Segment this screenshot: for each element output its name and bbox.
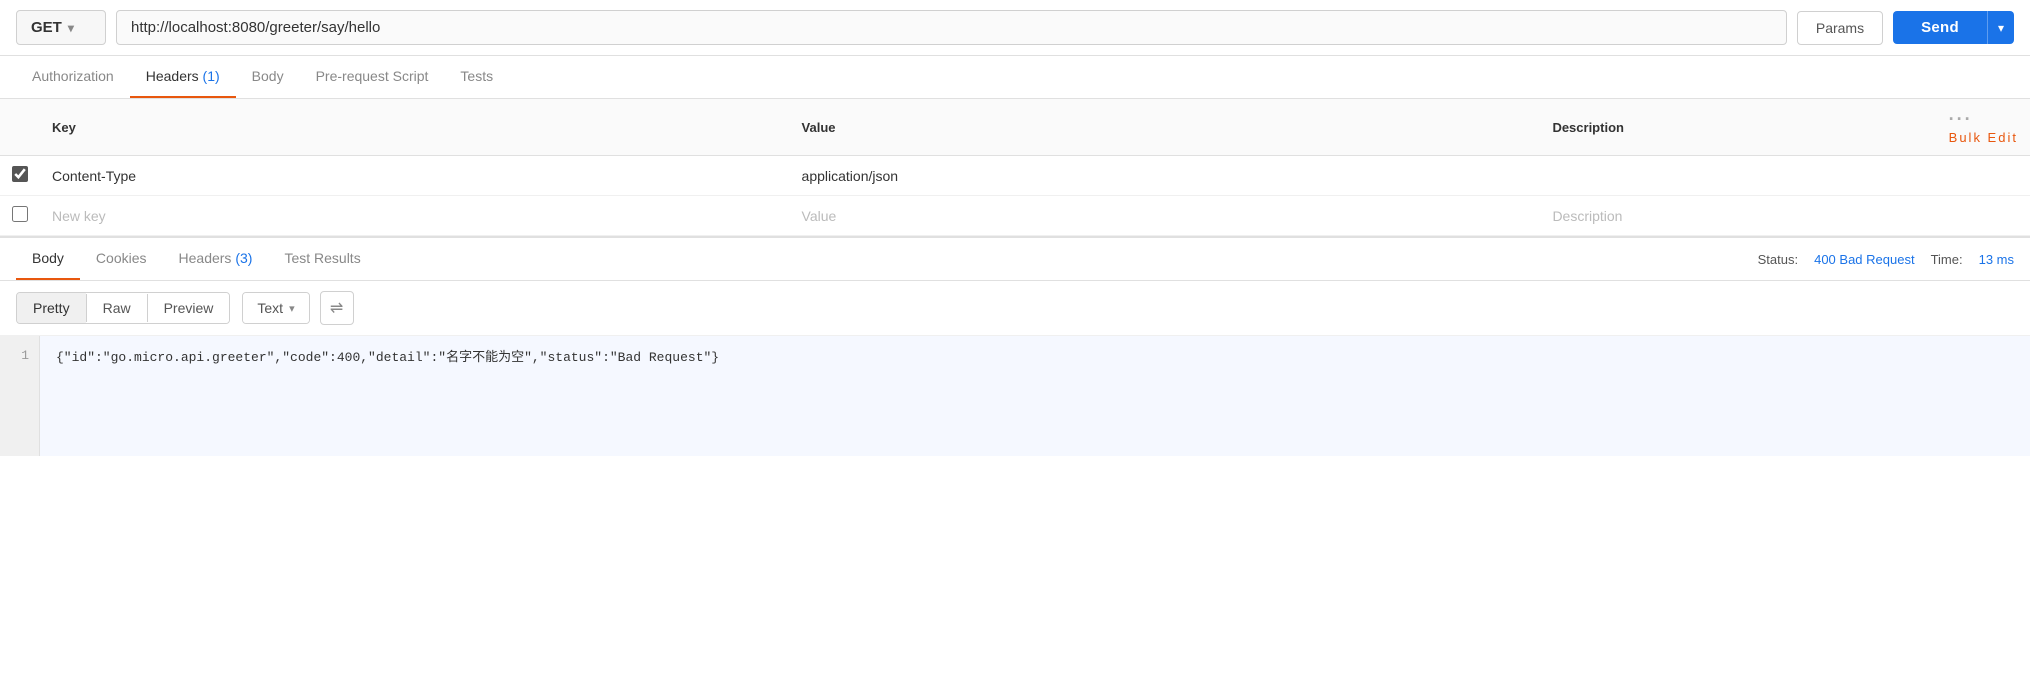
tab-response-body[interactable]: Body xyxy=(16,238,80,280)
th-checkbox xyxy=(0,99,40,156)
send-dropdown-button[interactable]: ▾ xyxy=(1987,11,2014,44)
time-label: Time: xyxy=(1931,252,1963,267)
placeholder-description-text: Description xyxy=(1552,208,1622,224)
tab-authorization[interactable]: Authorization xyxy=(16,56,130,98)
type-chevron-icon: ▾ xyxy=(289,302,295,315)
row-checkbox[interactable] xyxy=(12,166,28,182)
tab-prerequest[interactable]: Pre-request Script xyxy=(300,56,445,98)
tab-response-headers[interactable]: Headers (3) xyxy=(163,238,269,280)
line-numbers: 1 xyxy=(0,336,40,456)
response-tabs-row: Body Cookies Headers (3) Test Results St… xyxy=(0,238,2030,281)
status-value: 400 Bad Request xyxy=(1814,252,1914,267)
method-chevron: ▾ xyxy=(68,21,74,35)
placeholder-key-text: New key xyxy=(52,208,106,224)
wrap-icon: ⇌ xyxy=(330,298,343,318)
status-label: Status: xyxy=(1758,252,1798,267)
wrap-button[interactable]: ⇌ xyxy=(320,291,354,325)
params-button[interactable]: Params xyxy=(1797,11,1883,45)
row-checkbox-cell xyxy=(0,156,40,196)
response-tabs: Body Cookies Headers (3) Test Results xyxy=(16,238,1758,280)
th-value: Value xyxy=(790,99,1541,156)
placeholder-checkbox-cell xyxy=(0,196,40,236)
placeholder-value-cell[interactable]: Value xyxy=(790,196,1541,236)
line-number-1: 1 xyxy=(10,348,29,363)
placeholder-description-cell[interactable]: Description xyxy=(1540,196,1936,236)
format-pretty-button[interactable]: Pretty xyxy=(17,293,86,323)
tab-tests[interactable]: Tests xyxy=(444,56,509,98)
bulk-edit-button[interactable]: Bulk Edit xyxy=(1949,130,2018,145)
request-tabs: Authorization Headers (1) Body Pre-reque… xyxy=(0,56,2030,99)
headers-section: Key Value Description ··· Bulk Edit Cont… xyxy=(0,99,2030,236)
placeholder-actions-cell xyxy=(1937,196,2030,236)
format-preview-button[interactable]: Preview xyxy=(148,293,230,323)
row-description-cell[interactable] xyxy=(1540,156,1936,196)
status-info: Status: 400 Bad Request Time: 13 ms xyxy=(1758,252,2014,267)
placeholder-checkbox[interactable] xyxy=(12,206,28,222)
placeholder-value-text: Value xyxy=(802,208,837,224)
code-area: 1 {"id":"go.micro.api.greeter","code":40… xyxy=(0,336,2030,456)
table-placeholder-row: New key Value Description xyxy=(0,196,2030,236)
format-type-group: Text ▾ xyxy=(242,292,309,324)
tab-cookies[interactable]: Cookies xyxy=(80,238,163,280)
top-bar: GET ▾ Params Send ▾ xyxy=(0,0,2030,56)
send-btn-group: Send ▾ xyxy=(1893,11,2014,44)
body-toolbar: Pretty Raw Preview Text ▾ ⇌ xyxy=(0,281,2030,336)
tab-body-request[interactable]: Body xyxy=(236,56,300,98)
url-input[interactable] xyxy=(116,10,1787,45)
placeholder-key-cell[interactable]: New key xyxy=(40,196,790,236)
format-raw-button[interactable]: Raw xyxy=(87,293,147,323)
th-actions: ··· Bulk Edit xyxy=(1937,99,2030,156)
more-options-icon[interactable]: ··· xyxy=(1949,109,1973,129)
row-key-cell[interactable]: Content-Type xyxy=(40,156,790,196)
method-label: GET xyxy=(31,19,62,36)
th-description: Description xyxy=(1540,99,1936,156)
th-key: Key xyxy=(40,99,790,156)
format-group: Pretty Raw Preview xyxy=(16,292,230,324)
tab-headers[interactable]: Headers (1) xyxy=(130,56,236,98)
row-value-cell[interactable]: application/json xyxy=(790,156,1541,196)
type-select-button[interactable]: Text ▾ xyxy=(243,293,308,323)
response-section: Body Cookies Headers (3) Test Results St… xyxy=(0,236,2030,456)
table-row: Content-Type application/json xyxy=(0,156,2030,196)
row-actions-cell xyxy=(1937,156,2030,196)
tab-test-results[interactable]: Test Results xyxy=(268,238,376,280)
send-button[interactable]: Send xyxy=(1893,11,1987,44)
method-select[interactable]: GET ▾ xyxy=(16,10,106,45)
time-value: 13 ms xyxy=(1979,252,2014,267)
type-label: Text xyxy=(257,300,283,316)
code-content[interactable]: {"id":"go.micro.api.greeter","code":400,… xyxy=(40,336,2030,456)
